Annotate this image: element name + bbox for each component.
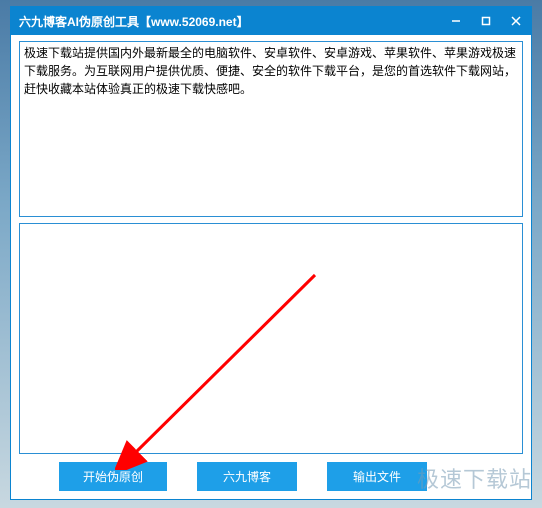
minimize-button[interactable] xyxy=(441,7,471,35)
window-content: 开始伪原创 六九博客 输出文件 xyxy=(11,35,531,499)
titlebar: 六九博客AI伪原创工具【www.52069.net】 xyxy=(11,7,531,35)
output-textarea[interactable] xyxy=(19,223,523,454)
input-textarea[interactable] xyxy=(19,41,523,217)
blog-button[interactable]: 六九博客 xyxy=(197,462,297,491)
app-window: 六九博客AI伪原创工具【www.52069.net】 开始伪原创 六九博客 输出… xyxy=(10,6,532,500)
button-row: 开始伪原创 六九博客 输出文件 xyxy=(19,462,523,491)
minimize-icon xyxy=(451,16,461,26)
export-button[interactable]: 输出文件 xyxy=(327,462,427,491)
maximize-button[interactable] xyxy=(471,7,501,35)
window-controls xyxy=(441,7,531,35)
maximize-icon xyxy=(481,16,491,26)
close-icon xyxy=(511,16,521,26)
close-button[interactable] xyxy=(501,7,531,35)
start-button[interactable]: 开始伪原创 xyxy=(59,462,167,491)
window-title: 六九博客AI伪原创工具【www.52069.net】 xyxy=(19,13,249,30)
